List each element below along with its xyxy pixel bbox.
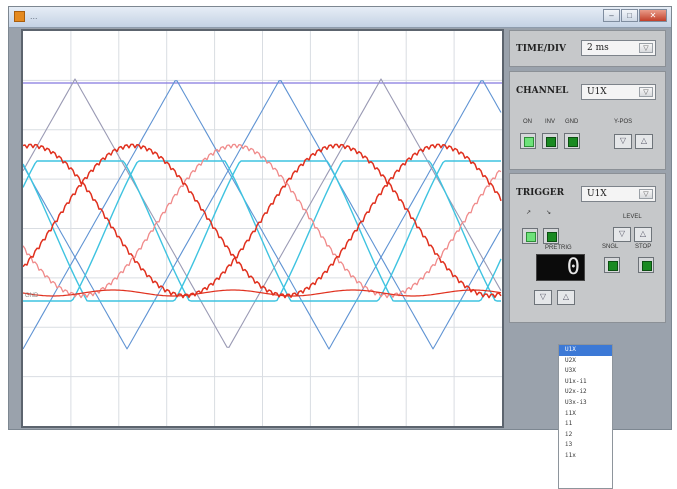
time-div-label: TIME/DIV xyxy=(516,44,567,54)
dropdown-option[interactable]: i1 xyxy=(559,419,612,430)
dropdown-option[interactable]: U1x-i1 xyxy=(559,377,612,388)
waveform-display xyxy=(23,31,502,426)
level-up-button[interactable]: △ xyxy=(634,227,652,242)
trigger-falling-button[interactable] xyxy=(543,228,559,244)
dropdown-option[interactable]: U1X xyxy=(559,345,612,356)
level-label: LEVEL xyxy=(623,214,642,220)
title-bar[interactable]: ... – □ ✕ xyxy=(9,7,671,28)
trigger-rising-button[interactable] xyxy=(522,228,538,244)
oscilloscope-screen: GND xyxy=(21,29,504,428)
trigger-label: TRIGGER xyxy=(516,188,565,198)
channel-dropdown-list[interactable]: U1X U2X U3X U1x-i1 U2x-i2 U3x-i3 i1X i1 i2 i3 i1x xyxy=(558,344,613,489)
minimize-button[interactable]: – xyxy=(603,9,620,22)
dropdown-option[interactable]: i1X xyxy=(559,409,612,420)
level-down-button[interactable]: ▽ xyxy=(613,227,631,242)
trigger-panel: TRIGGER U1X ▽ ↗ ↘ LEVEL ▽ △ PRETRIG SNGL… xyxy=(509,173,666,323)
chevron-down-icon: ▽ xyxy=(639,87,653,97)
window-title: ... xyxy=(30,11,38,21)
channel-panel: CHANNEL U1X ▽ ON INV GND Y-POS ▽ △ xyxy=(509,71,666,170)
close-button[interactable]: ✕ xyxy=(639,9,667,22)
ground-marker: GND xyxy=(25,293,39,299)
channel-select[interactable]: U1X ▽ xyxy=(581,84,656,100)
y-pos-down-button[interactable]: ▽ xyxy=(614,134,632,149)
trigger-select[interactable]: U1X ▽ xyxy=(581,186,656,202)
stop-label: STOP xyxy=(635,244,652,250)
maximize-button[interactable]: □ xyxy=(621,9,638,22)
sngl-label: SNGL xyxy=(602,244,619,250)
y-pos-label: Y-POS xyxy=(614,119,633,125)
time-div-select[interactable]: 2 ms ▽ xyxy=(581,40,656,56)
rising-edge-label: ↗ xyxy=(526,210,532,216)
inv-label: INV xyxy=(545,119,556,125)
dropdown-option[interactable]: U3X xyxy=(559,366,612,377)
pretrig-up-button[interactable]: △ xyxy=(557,290,575,305)
pretrig-down-button[interactable]: ▽ xyxy=(534,290,552,305)
falling-edge-label: ↘ xyxy=(546,210,552,216)
timebase-panel: TIME/DIV 2 ms ▽ xyxy=(509,30,666,67)
dropdown-option[interactable]: U3x-i3 xyxy=(559,398,612,409)
chevron-down-icon: ▽ xyxy=(639,189,653,199)
channel-label: CHANNEL xyxy=(516,86,569,96)
y-pos-up-button[interactable]: △ xyxy=(635,134,653,149)
trigger-value: U1X xyxy=(587,189,607,199)
dropdown-option[interactable]: i1x xyxy=(559,451,612,462)
on-label: ON xyxy=(523,119,532,125)
dropdown-option[interactable]: i2 xyxy=(559,430,612,441)
channel-inv-button[interactable] xyxy=(542,133,558,149)
chevron-down-icon: ▽ xyxy=(639,43,653,53)
channel-value: U1X xyxy=(587,87,607,97)
dropdown-option[interactable]: U2x-i2 xyxy=(559,387,612,398)
single-button[interactable] xyxy=(604,257,620,273)
dropdown-option[interactable]: U2X xyxy=(559,356,612,367)
dropdown-option[interactable]: i3 xyxy=(559,440,612,451)
channel-gnd-button[interactable] xyxy=(564,133,580,149)
time-div-value: 2 ms xyxy=(587,43,609,53)
pretrig-label: PRETRIG xyxy=(545,245,572,251)
app-icon xyxy=(14,11,25,22)
stop-button[interactable] xyxy=(638,257,654,273)
channel-on-button[interactable] xyxy=(520,133,536,149)
gnd-label: GND xyxy=(565,119,579,125)
pretrig-display: 0 xyxy=(536,254,585,281)
